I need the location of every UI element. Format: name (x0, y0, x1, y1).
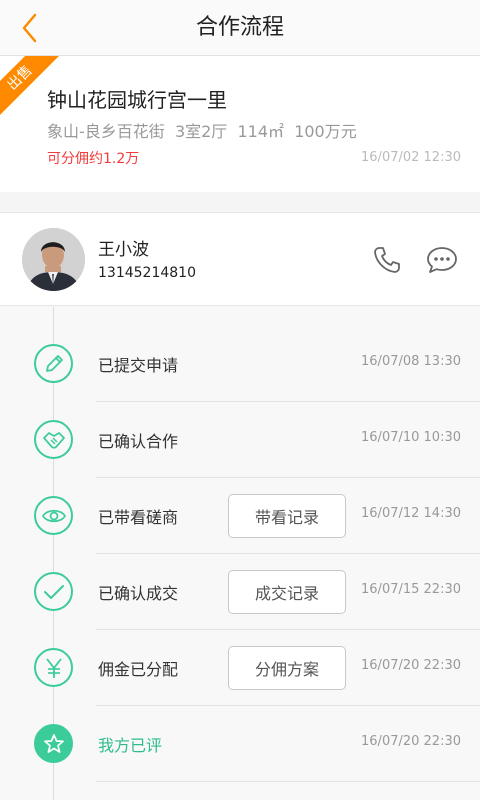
timeline-step-viewing: 已带看磋商 带看记录 16/07/12 14:30 (0, 478, 480, 554)
agent-name: 王小波 (98, 240, 149, 260)
yen-icon (34, 648, 73, 687)
step-label: 已确认成交 (98, 584, 179, 603)
top-bar: 合作流程 (0, 0, 480, 56)
commission-plan-button[interactable]: 分佣方案 (228, 646, 346, 690)
step-label: 已带看磋商 (98, 508, 179, 527)
timeline-step-commission: 佣金已分配 分佣方案 16/07/20 22:30 (0, 630, 480, 706)
handshake-icon (34, 420, 73, 459)
divider (96, 781, 480, 782)
star-icon (34, 724, 73, 763)
step-time: 16/07/08 13:30 (361, 354, 461, 369)
listing-detail: 象山-良乡百花街 3室2厅 114㎡ 100万元 (47, 122, 357, 141)
phone-icon (374, 247, 400, 273)
call-button[interactable] (372, 245, 402, 275)
page-title: 合作流程 (195, 15, 284, 40)
step-time: 16/07/10 10:30 (361, 430, 461, 445)
agent-card: 王小波 13145214810 (0, 212, 480, 306)
checkmark-icon (34, 572, 73, 611)
step-label: 我方已评 (98, 736, 163, 755)
eye-icon (34, 496, 73, 535)
timeline-step-rated: 我方已评 16/07/20 22:30 (0, 706, 480, 782)
timeline-step-deal: 已确认成交 成交记录 16/07/15 22:30 (0, 554, 480, 630)
chat-bubble-icon (427, 247, 457, 273)
listing-title: 钟山花园城行宫一里 (47, 88, 227, 112)
avatar (22, 228, 85, 291)
agent-phone: 13145214810 (98, 265, 196, 281)
listing-card[interactable]: 出售 钟山花园城行宫一里 象山-良乡百花街 3室2厅 114㎡ 100万元 可分… (0, 56, 480, 192)
deal-record-button[interactable]: 成交记录 (228, 570, 346, 614)
message-button[interactable] (426, 245, 458, 275)
viewing-record-button[interactable]: 带看记录 (228, 494, 346, 538)
timeline-step-submitted: 已提交申请 16/07/08 13:30 (0, 326, 480, 402)
step-label: 已确认合作 (98, 432, 179, 451)
step-label: 已提交申请 (98, 356, 179, 375)
commission-text: 可分佣约1.2万 (47, 151, 140, 167)
step-time: 16/07/20 22:30 (361, 734, 461, 749)
step-time: 16/07/12 14:30 (361, 506, 461, 521)
step-label: 佣金已分配 (98, 660, 179, 679)
pencil-icon (34, 344, 73, 383)
listing-time: 16/07/02 12:30 (361, 150, 461, 165)
step-time: 16/07/20 22:30 (361, 658, 461, 673)
timeline-step-confirmed: 已确认合作 16/07/10 10:30 (0, 402, 480, 478)
step-time: 16/07/15 22:30 (361, 582, 461, 597)
process-timeline: 已提交申请 16/07/08 13:30 已确认合作 16/07/10 10:3… (0, 307, 480, 800)
